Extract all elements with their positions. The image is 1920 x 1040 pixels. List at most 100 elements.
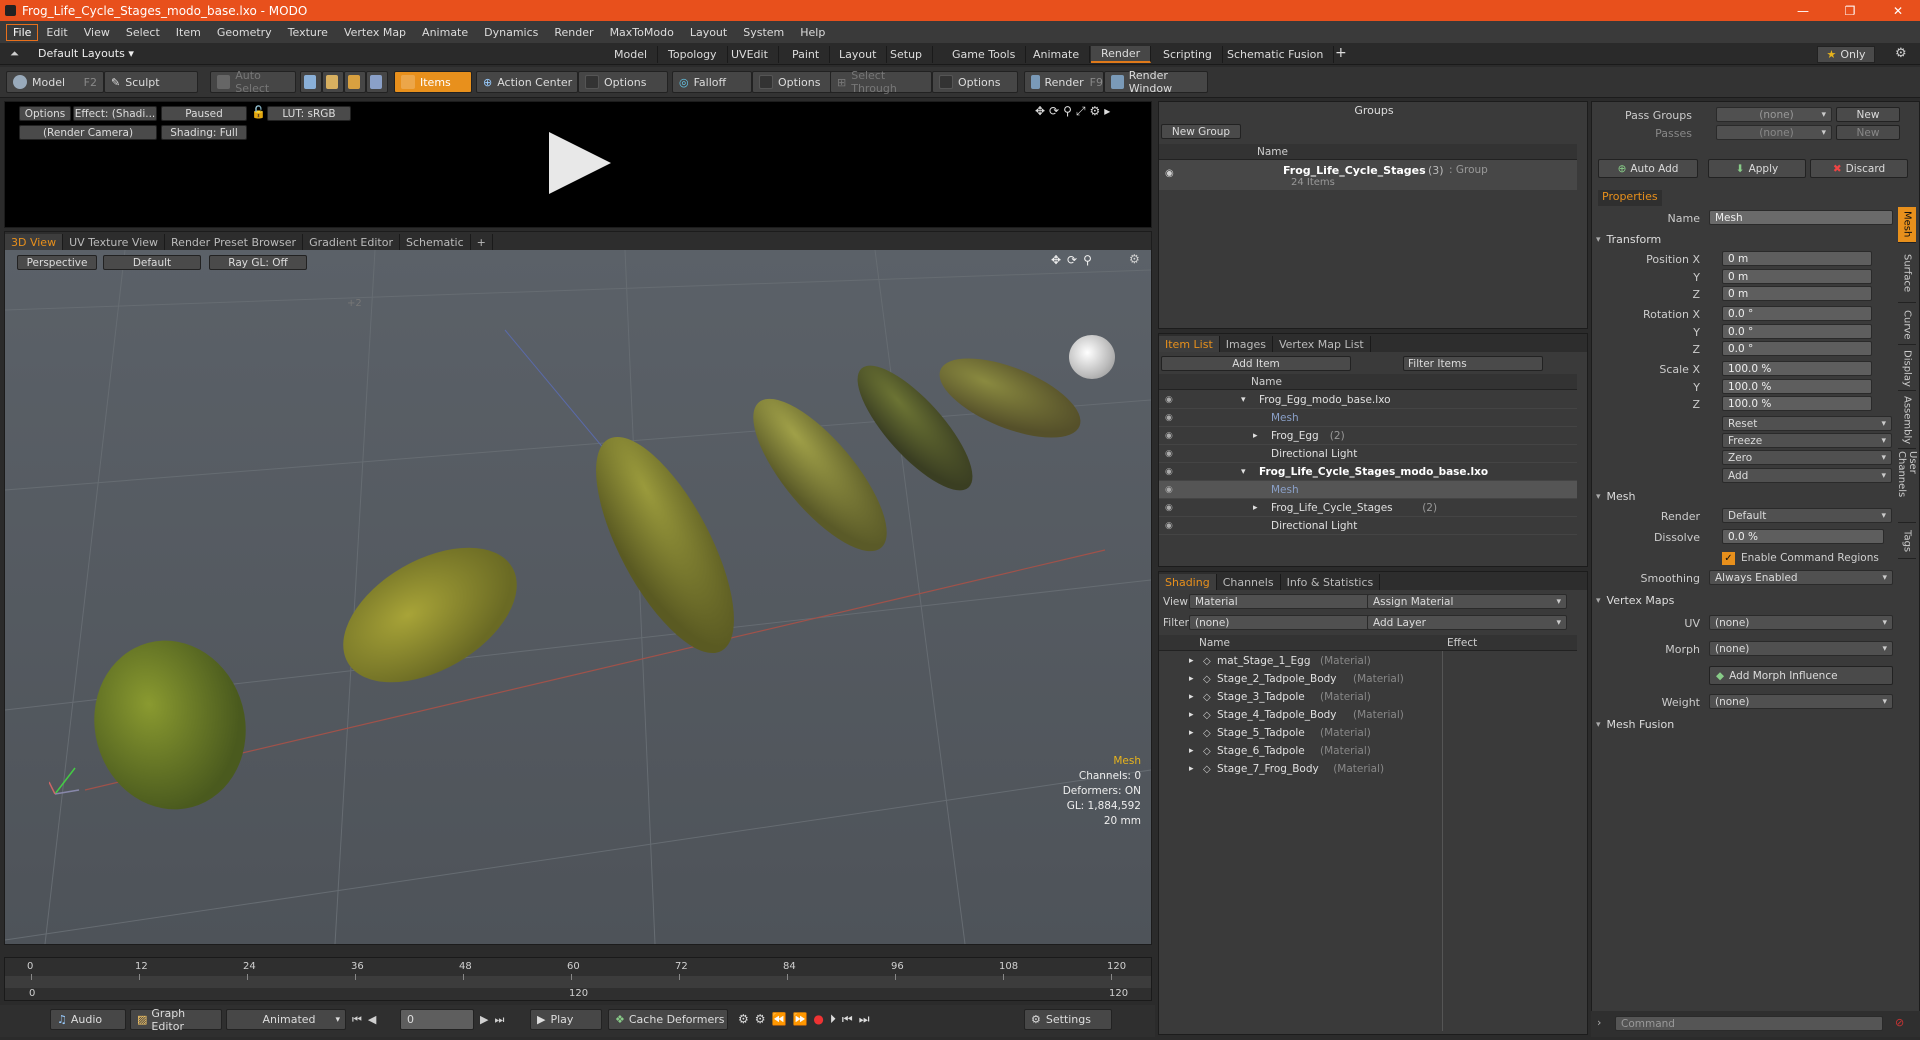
select-through-options-button[interactable]: Options — [932, 71, 1018, 93]
action-center-options-button[interactable]: Options — [578, 71, 668, 93]
freeze-dropdown[interactable]: Freeze — [1722, 433, 1892, 448]
viewport-tab-render-preset-browser[interactable]: Render Preset Browser — [165, 234, 304, 250]
position-x-field[interactable]: 0 m — [1722, 251, 1872, 266]
layout-tab-render[interactable]: Render — [1091, 46, 1152, 63]
shader-row[interactable]: ▸ ◇ Stage_5_Tadpole (Material) — [1159, 724, 1577, 742]
reset-dropdown[interactable]: Reset — [1722, 416, 1892, 431]
render-window-button[interactable]: Render Window — [1104, 69, 1208, 95]
timeline-track[interactable] — [5, 976, 1151, 988]
auto-add-button[interactable]: ⊕ Auto Add — [1598, 159, 1698, 178]
playback-next-controls[interactable]: ▶⏭ — [480, 1013, 510, 1027]
side-tab-user-channels[interactable]: User Channels — [1896, 451, 1918, 523]
key-controls[interactable]: ⚙⚙⏪⏩●⏵⏮⏭ — [738, 1012, 876, 1027]
item-list-row[interactable]: ◉ ▾ Frog_Egg_modo_base.lxo — [1159, 391, 1577, 409]
sculpt-button[interactable]: ✎ Sculpt — [104, 71, 198, 93]
minimize-icon[interactable]: — — [1783, 0, 1823, 21]
tab-vertex-map-list[interactable]: Vertex Map List — [1273, 336, 1371, 352]
stop-icon[interactable]: ⊘ — [1895, 1016, 1904, 1029]
eye-icon[interactable]: ◉ — [1165, 431, 1173, 441]
falloff-options-button[interactable]: Options — [752, 71, 832, 93]
preview-camera-dropdown[interactable]: (Render Camera) — [19, 125, 157, 140]
mesh-fusion-section[interactable]: Mesh Fusion — [1596, 717, 1896, 732]
preview-effect-dropdown[interactable]: Effect: (Shadi... — [73, 106, 157, 121]
menu-file[interactable]: File — [6, 23, 39, 41]
expand-arrow-icon[interactable]: ▸ — [1189, 674, 1194, 684]
group-entry[interactable]: ◉ Frog_Life_Cycle_Stages (3) : Group 24 … — [1159, 160, 1577, 190]
new-group-button[interactable]: New Group — [1161, 124, 1241, 139]
vertices-mode-button[interactable] — [300, 71, 322, 93]
edges-mode-button[interactable] — [322, 71, 344, 93]
discard-button[interactable]: ✖ Discard — [1810, 159, 1908, 178]
add-viewport-tab-icon[interactable]: + — [471, 234, 493, 250]
tab-item-list[interactable]: Item List — [1159, 336, 1220, 352]
scale-z-field[interactable]: 100.0 % — [1722, 396, 1872, 411]
enable-command-regions-checkbox[interactable]: ✓ Enable Command Regions — [1722, 550, 1892, 566]
eye-icon[interactable]: ◉ — [1165, 503, 1173, 513]
timeline[interactable]: 0 12 24 36 48 60 72 84 96 108 120 0 120 120 — [4, 957, 1152, 1001]
side-tab-mesh[interactable]: Mesh — [1898, 207, 1916, 243]
auto-select-button[interactable]: Auto Select — [210, 69, 296, 95]
smoothing-dropdown[interactable]: Always Enabled — [1709, 570, 1893, 585]
layout-up-icon[interactable]: ⏶ — [10, 47, 19, 61]
add-item-dropdown[interactable]: Add Item — [1161, 356, 1351, 371]
select-through-button[interactable]: ⊞ Select Through — [830, 69, 932, 95]
falloff-button[interactable]: ◎ Falloff — [672, 71, 752, 93]
weight-dropdown[interactable]: (none) — [1709, 694, 1893, 709]
menu-vertex-map[interactable]: Vertex Map — [336, 26, 414, 39]
menu-select[interactable]: Select — [118, 26, 168, 39]
rotation-x-field[interactable]: 0.0 ° — [1722, 306, 1872, 321]
preview-lut-dropdown[interactable]: LUT: sRGB — [267, 106, 351, 121]
transform-section[interactable]: Transform — [1596, 232, 1896, 247]
tab-channels[interactable]: Channels — [1217, 574, 1281, 590]
vertex-maps-section[interactable]: Vertex Maps — [1596, 593, 1896, 608]
properties-tab[interactable]: Properties — [1598, 190, 1662, 206]
close-icon[interactable]: ✕ — [1878, 0, 1918, 21]
expand-arrow-icon[interactable]: ▸ — [1189, 656, 1194, 666]
gear-icon[interactable]: ⚙ — [1895, 46, 1907, 61]
tab-images[interactable]: Images — [1220, 336, 1273, 352]
layout-tab-topology[interactable]: Topology — [658, 46, 728, 63]
tab-shading[interactable]: Shading — [1159, 574, 1217, 590]
play-preview-icon[interactable] — [545, 128, 615, 198]
item-list-row[interactable]: ◉ ▸ Frog_Life_Cycle_Stages (2) — [1159, 499, 1577, 517]
viewport-canvas[interactable]: Perspective Default Ray GL: Off ✥⟳⚲ ⚙ +2… — [5, 250, 1151, 944]
new-pass-group-button[interactable]: New — [1836, 107, 1900, 122]
dissolve-field[interactable]: 0.0 % — [1722, 529, 1884, 544]
play-button[interactable]: ▶ Play — [530, 1009, 602, 1030]
eye-icon[interactable]: ◉ — [1165, 168, 1174, 179]
add-layout-tab-icon[interactable]: + — [1335, 45, 1347, 61]
render-dropdown[interactable]: Default — [1722, 508, 1892, 523]
shader-row[interactable]: ▸ ◇ Stage_2_Tadpole_Body (Material) — [1159, 670, 1577, 688]
layout-tab-game-tools[interactable]: Game Tools — [942, 46, 1027, 63]
shader-row[interactable]: ▸ ◇ mat_Stage_1_Egg (Material) — [1159, 652, 1577, 670]
menu-geometry[interactable]: Geometry — [209, 26, 280, 39]
morph-dropdown[interactable]: (none) — [1709, 641, 1893, 656]
viewport-gear-icon[interactable]: ⚙ — [1129, 252, 1140, 266]
frame-field[interactable]: 0 — [400, 1009, 474, 1030]
layout-tab-paint[interactable]: Paint — [782, 46, 831, 63]
view-dropdown[interactable]: Material — [1189, 594, 1391, 609]
preview-paused-button[interactable]: Paused — [161, 106, 247, 121]
expand-arrow-icon[interactable]: ▸ — [1189, 728, 1194, 738]
expand-arrow-icon[interactable]: ▸ — [1189, 746, 1194, 756]
position-z-field[interactable]: 0 m — [1722, 286, 1872, 301]
viewport-tab-schematic[interactable]: Schematic — [400, 234, 471, 250]
expand-arrow-icon[interactable]: ▸ — [1253, 503, 1258, 513]
lock-icon[interactable]: 🔓 — [251, 105, 266, 119]
layout-tab-model[interactable]: Model — [604, 46, 659, 63]
item-list-row[interactable]: ◉ Mesh — [1159, 481, 1577, 499]
preview-view-controls[interactable]: ✥⟳⚲⤢⚙▸ — [1035, 104, 1114, 119]
filter-items-field[interactable]: Filter Items — [1403, 356, 1543, 371]
layout-tab-setup[interactable]: Setup — [880, 46, 934, 63]
passes-dropdown[interactable]: (none) — [1716, 125, 1832, 140]
layout-tab-layout[interactable]: Layout — [829, 46, 888, 63]
expand-arrow-icon[interactable]: ▸ — [1189, 692, 1194, 702]
menu-texture[interactable]: Texture — [280, 26, 336, 39]
eye-icon[interactable]: ◉ — [1165, 485, 1173, 495]
menu-render[interactable]: Render — [546, 26, 601, 39]
eye-icon[interactable]: ◉ — [1165, 413, 1173, 423]
side-tab-curve[interactable]: Curve — [1898, 305, 1916, 345]
expand-arrow-icon[interactable]: ▸ — [1253, 431, 1258, 441]
viewport-nav-controls[interactable]: ✥⟳⚲ — [1051, 253, 1098, 267]
expand-arrow-icon[interactable]: ▾ — [1241, 395, 1246, 405]
